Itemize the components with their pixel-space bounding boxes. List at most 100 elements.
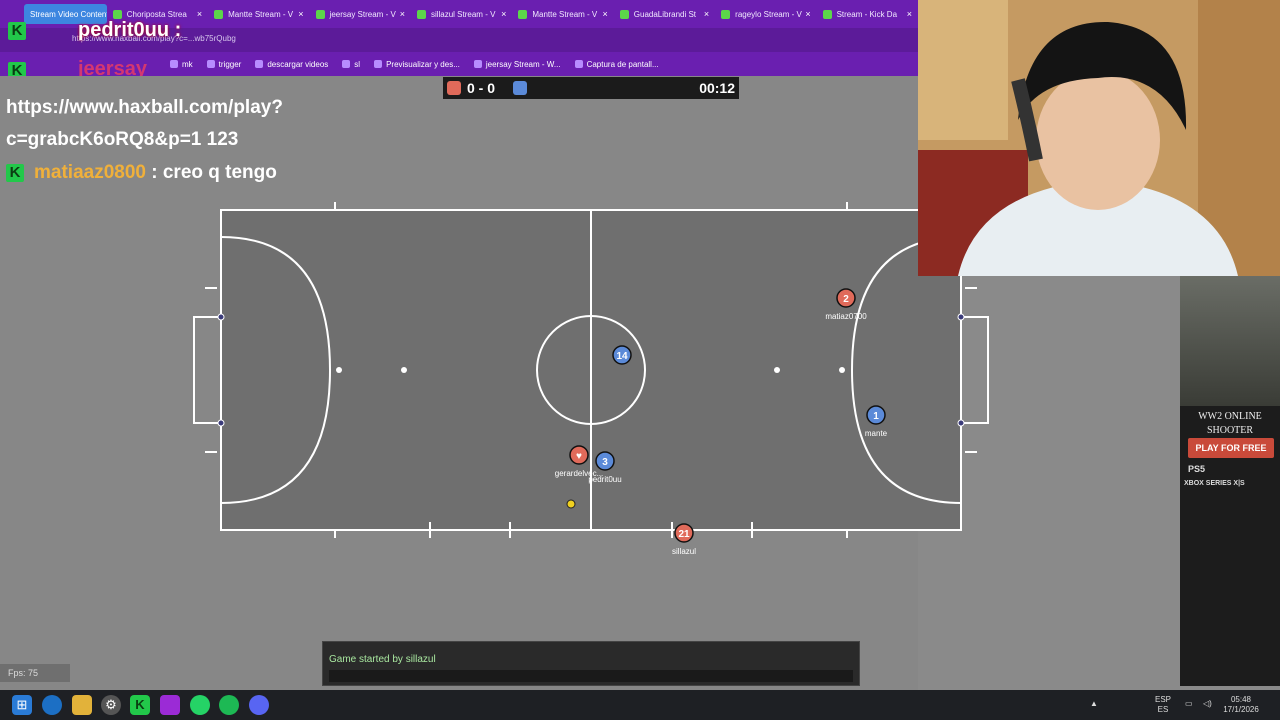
xbox-logo: XBOX SERIES X|S bbox=[1184, 480, 1245, 487]
ad-play-button[interactable]: PLAY FOR FREE bbox=[1188, 438, 1274, 458]
bookmark-icon bbox=[255, 60, 264, 68]
tab-close-icon[interactable]: × bbox=[298, 9, 303, 19]
game-chat-input[interactable] bbox=[329, 670, 853, 682]
browser-tab[interactable]: rageylo Stream - V × bbox=[715, 4, 816, 24]
browser-tab[interactable]: GuadaLibrandi St × bbox=[614, 4, 715, 24]
tab-label: rageylo Stream - V bbox=[735, 9, 802, 19]
chat-message-line: K matiaaz0800 : creo q tengo bbox=[6, 162, 277, 184]
penalty-spot bbox=[401, 367, 407, 373]
webcam-feed bbox=[918, 0, 1280, 276]
bookmark-item[interactable]: jeersay Stream - W... bbox=[473, 60, 561, 69]
clock[interactable]: 05:48 17/1/2026 bbox=[1218, 695, 1264, 715]
browser-tab[interactable]: Mantte Stream - V × bbox=[208, 4, 309, 24]
kick-app-icon[interactable]: K bbox=[130, 695, 150, 715]
score: 0 - 0 bbox=[467, 80, 496, 96]
player-number: 14 bbox=[616, 351, 628, 362]
browser-tab[interactable]: sillazul Stream - V × bbox=[411, 4, 512, 24]
bookmark-item[interactable]: Captura de pantall... bbox=[574, 60, 659, 69]
tab-label: Choriposta Strea bbox=[126, 9, 187, 19]
tab-label: Stream Video Content bbox=[30, 9, 107, 19]
windows-start-icon[interactable]: ⊞ bbox=[12, 695, 32, 715]
webcam-image bbox=[918, 0, 1280, 276]
penalty-spot bbox=[336, 367, 342, 373]
player-name: gerardelvec... bbox=[555, 469, 603, 478]
goal-post bbox=[217, 313, 225, 321]
player-name: sillazul bbox=[672, 547, 696, 556]
tab-label: GuadaLibrandi St bbox=[633, 9, 697, 19]
player-number: 21 bbox=[678, 529, 690, 540]
goal-post bbox=[957, 313, 965, 321]
advertisement[interactable]: WW2 ONLINE SHOOTER PLAY FOR FREE PS5 XBO… bbox=[1180, 276, 1280, 686]
tab-close-icon[interactable]: × bbox=[501, 9, 506, 19]
player-number: 2 bbox=[843, 294, 849, 305]
bookmark-item[interactable]: Previsualizar y des... bbox=[374, 60, 460, 69]
goal-post bbox=[217, 419, 225, 427]
bookmark-item[interactable]: mk bbox=[170, 60, 193, 69]
ps5-logo: PS5 bbox=[1188, 464, 1206, 474]
kick-logo-icon: K bbox=[6, 164, 24, 182]
bookmark-item[interactable]: descargar videos bbox=[255, 60, 328, 69]
pitch[interactable]: 2matiaz0700141mante3pedrit0uu♥gerardelve… bbox=[180, 195, 1000, 565]
discord-icon[interactable] bbox=[249, 695, 269, 715]
tab-favicon-icon bbox=[416, 9, 426, 19]
tab-favicon-icon bbox=[214, 9, 224, 19]
tab-favicon-icon bbox=[721, 9, 731, 19]
bookmark-item[interactable]: trigger bbox=[206, 60, 241, 69]
browser-tab[interactable]: Mantte Stream - V × bbox=[512, 4, 613, 24]
bookmark-item[interactable]: sl bbox=[342, 60, 360, 69]
bookmark-icon bbox=[374, 60, 383, 68]
tab-label: jeersay Stream - V bbox=[329, 9, 396, 19]
overlay-top-name: pedrit0uu : bbox=[78, 19, 182, 41]
tab-close-icon[interactable]: × bbox=[704, 9, 709, 19]
player-name: matiaz0700 bbox=[825, 312, 867, 321]
ad-image bbox=[1180, 276, 1280, 406]
goal-post bbox=[957, 419, 965, 427]
tab-favicon-icon bbox=[315, 9, 325, 19]
fps-counter: Fps: 75 bbox=[0, 664, 70, 682]
player-number: 1 bbox=[873, 411, 879, 422]
kick-logo-icon: K bbox=[8, 22, 26, 40]
browser-tab[interactable]: jeersay Stream - V × bbox=[310, 4, 411, 24]
tab-favicon-icon bbox=[112, 9, 122, 19]
game-chat-message: Game started by sillazul bbox=[329, 654, 436, 665]
obs-icon[interactable] bbox=[160, 695, 180, 715]
tab-close-icon[interactable]: × bbox=[805, 9, 810, 19]
chat-url-line2: c=grabcK6oRQ8&p=1 123 bbox=[6, 129, 239, 150]
browser-tab[interactable]: Stream - Kick Da × bbox=[817, 4, 918, 24]
bookmark-icon bbox=[206, 60, 215, 68]
language-indicator[interactable]: ESP ES bbox=[1155, 695, 1171, 715]
blue-team-icon bbox=[513, 81, 527, 95]
penalty-spot bbox=[774, 367, 780, 373]
edge-browser-icon[interactable] bbox=[42, 695, 62, 715]
bookmark-icon bbox=[170, 60, 178, 68]
tab-favicon-icon bbox=[619, 9, 629, 19]
tab-label: Mantte Stream - V bbox=[532, 9, 598, 19]
match-timer: 00:12 bbox=[699, 80, 735, 96]
penalty-spot bbox=[839, 367, 845, 373]
tab-close-icon[interactable]: × bbox=[907, 9, 912, 19]
volume-icon[interactable]: ◁) bbox=[1203, 699, 1212, 709]
tab-label: Stream - Kick Da bbox=[836, 9, 898, 19]
bookmark-icon bbox=[473, 60, 482, 68]
tab-close-icon[interactable]: × bbox=[197, 9, 202, 19]
file-explorer-icon[interactable] bbox=[72, 695, 92, 715]
chat-username: matiaaz0800 bbox=[34, 162, 146, 183]
network-icon[interactable]: ▭ bbox=[1185, 699, 1193, 709]
right-goal bbox=[961, 316, 989, 424]
tab-close-icon[interactable]: × bbox=[603, 9, 608, 19]
spotify-icon[interactable] bbox=[219, 695, 239, 715]
chat-text: : creo q tengo bbox=[151, 162, 277, 183]
bookmark-icon bbox=[574, 60, 583, 68]
tab-close-icon[interactable]: × bbox=[400, 9, 405, 19]
whatsapp-icon[interactable] bbox=[190, 695, 210, 715]
red-team-icon bbox=[447, 81, 461, 95]
tab-label: sillazul Stream - V bbox=[430, 9, 496, 19]
bookmark-icon bbox=[342, 60, 351, 68]
screen: Stream Video Content Choriposta Strea × Man… bbox=[0, 0, 1280, 720]
chat-url-line1: https://www.haxball.com/play? bbox=[6, 97, 283, 118]
player-number: 3 bbox=[602, 457, 608, 468]
player-name: mante bbox=[865, 429, 888, 438]
settings-icon[interactable]: ⚙ bbox=[101, 695, 121, 715]
chevron-up-icon[interactable]: ▲ bbox=[1090, 699, 1098, 709]
tab-label: Mantte Stream - V bbox=[228, 9, 294, 19]
